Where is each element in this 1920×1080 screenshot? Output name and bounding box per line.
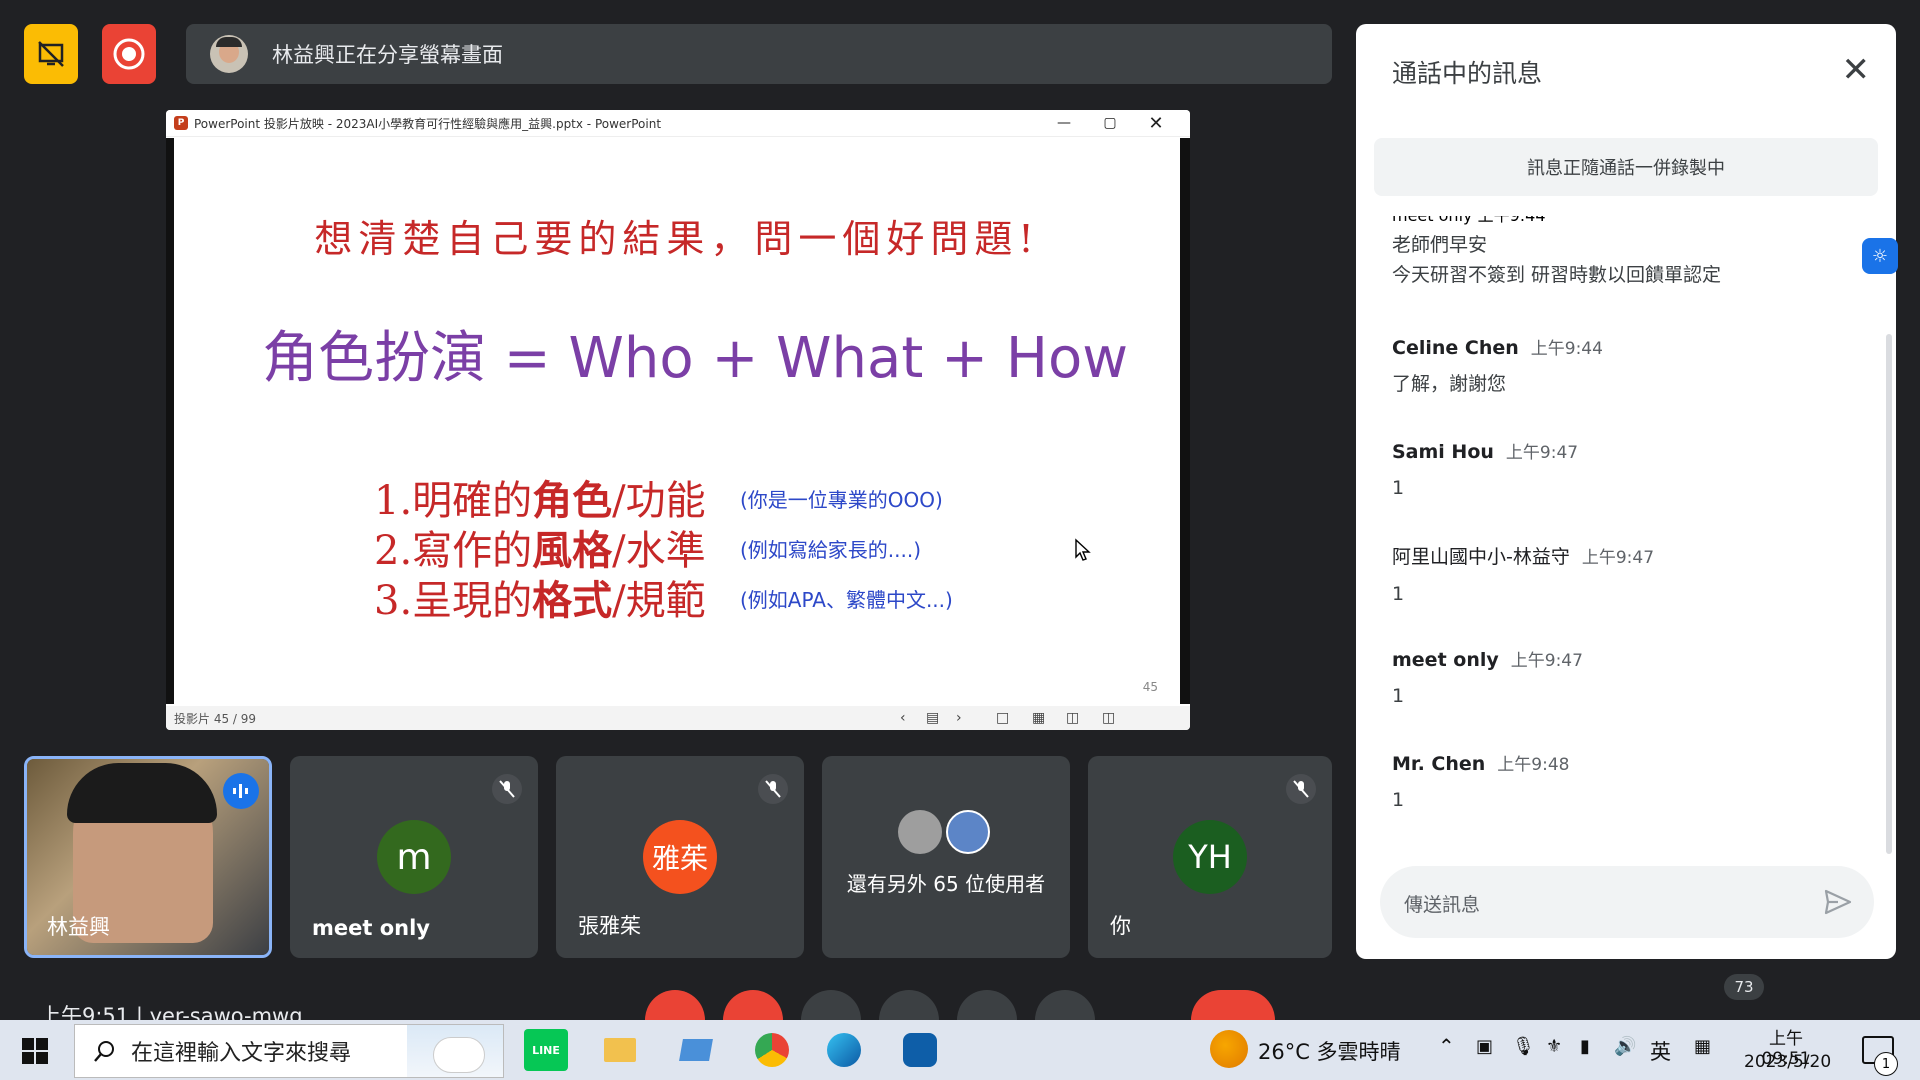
taskbar-date[interactable]: 2023/5/20 (1744, 1052, 1831, 1072)
search-highlight-image (407, 1025, 503, 1077)
battery-icon[interactable]: ▮ (1580, 1036, 1590, 1057)
slide-heading: 想清楚自己要的結果，問一個好問題! (314, 217, 1040, 261)
participant-name: 張雅茱 (578, 914, 641, 938)
maximize-icon[interactable]: ▢ (1088, 110, 1132, 136)
participant-tile-zhang[interactable]: 雅茱 張雅茱 (556, 756, 804, 958)
participant-name: 你 (1110, 914, 1131, 938)
slide-note-3: (例如APA、繁體中文...) (740, 588, 953, 612)
participant-avatar: m (377, 820, 451, 894)
chat-input[interactable]: 傳送訊息 (1380, 866, 1874, 938)
chat-title: 通話中的訊息 (1392, 59, 1543, 88)
chat-message: meet only 上午9:47 1 (1392, 649, 1583, 707)
chat-message: Celine Chen 上午9:44 了解，謝謝您 (1392, 337, 1603, 395)
slide-point-3: 3.呈現的格式/規範 (374, 578, 706, 624)
shared-powerpoint-window: P PowerPoint 投影片放映 - 2023AI小學教育可行性經驗與應用_… (166, 110, 1190, 730)
slide-menu-icon[interactable]: ▤ (926, 710, 939, 726)
slide-counter: 投影片 45 / 99 (174, 711, 257, 726)
windows-start-icon[interactable] (22, 1038, 48, 1064)
send-icon[interactable] (1822, 886, 1854, 918)
participant-tile-speaker[interactable]: 林益興 (24, 756, 272, 958)
powerpoint-icon: P (174, 116, 188, 130)
tray-chevron-icon[interactable]: ⌃ (1438, 1034, 1455, 1058)
teamviewer-icon[interactable] (898, 1029, 942, 1071)
recording-notice: 訊息正隨通話一併錄製中 (1374, 138, 1878, 196)
slideshow-view-icon[interactable]: ◫ (1102, 710, 1115, 726)
search-icon (94, 1041, 114, 1062)
normal-view-icon[interactable]: □ (996, 710, 1009, 726)
chat-message: Sami Hou 上午9:47 1 (1392, 441, 1579, 499)
record-icon (113, 38, 145, 70)
presentation-off-button[interactable] (24, 24, 78, 84)
weather-icon (1210, 1030, 1248, 1068)
ime-mode-icon[interactable]: ▦ (1694, 1036, 1711, 1057)
sharing-text: 林益興正在分享螢幕畫面 (272, 43, 503, 67)
participant-name: 林益興 (47, 915, 110, 939)
participants-count-badge: 73 (1724, 974, 1764, 1000)
ime-indicator[interactable]: 英 (1650, 1036, 1671, 1066)
translate-bubble-icon[interactable]: ☼ (1862, 238, 1898, 274)
volume-icon[interactable]: 🔊 (1614, 1036, 1636, 1057)
chat-scrollbar[interactable] (1886, 334, 1892, 854)
participant-avatar: 雅茱 (643, 820, 717, 894)
slide-note-1: (你是一位專業的OOO) (740, 488, 943, 512)
taskbar-search[interactable]: 在這裡輸入文字來搜尋 (74, 1024, 504, 1078)
ppt-titlebar: P PowerPoint 投影片放映 - 2023AI小學教育可行性經驗與應用_… (166, 110, 1190, 137)
recording-button[interactable] (102, 24, 156, 84)
participant-tile-you[interactable]: YH 你 (1088, 756, 1332, 958)
tray-meet-icon[interactable]: ▣ (1476, 1036, 1493, 1057)
slide-formula: 角色扮演 = Who + What + How (262, 326, 1129, 391)
speaker-hair (67, 763, 217, 823)
muted-mic-icon (492, 774, 522, 804)
chat-message: 老師們早安 今天研習不簽到 研習時數以回饋單認定 (1392, 234, 1722, 286)
participant-avatar: YH (1173, 820, 1247, 894)
search-placeholder: 在這裡輸入文字來搜尋 (131, 1041, 352, 1066)
koala-avatar (898, 810, 942, 854)
line-app-icon[interactable]: LINE (524, 1029, 568, 1071)
slide-note-2: (例如寫給家長的....) (740, 538, 922, 562)
mouse-cursor-icon (1075, 538, 1091, 561)
chat-message: Mr. Chen 上午9:48 1 (1392, 753, 1570, 811)
partial-message-header: meet only 上午9:44 (1392, 206, 1546, 225)
microphone-icon[interactable]: 🎙 (1512, 1036, 1535, 1057)
weather-text[interactable]: 26°C 多雲時晴 (1258, 1036, 1401, 1066)
muted-mic-icon (758, 774, 788, 804)
slide-canvas: 想清楚自己要的結果，問一個好問題! 角色扮演 = Who + What + Ho… (174, 138, 1180, 704)
windows-taskbar: 在這裡輸入文字來搜尋 LINE 26°C 多雲時晴 ⌃ ▣ 🎙 ⚜ ▮ 🔊 英 … (0, 1020, 1920, 1080)
muted-mic-icon (1286, 774, 1316, 804)
next-slide-icon[interactable]: › (956, 710, 962, 726)
reading-view-icon[interactable]: ◫ (1066, 710, 1079, 726)
chrome-icon[interactable] (750, 1029, 794, 1071)
minimize-icon[interactable]: — (1042, 110, 1086, 136)
screen-share-banner: 林益興正在分享螢幕畫面 (186, 24, 1332, 84)
wifi-icon[interactable]: ⚜ (1546, 1036, 1562, 1057)
chat-message: 阿里山國中小-林益守 上午9:47 1 (1392, 546, 1655, 605)
present-off-icon (38, 41, 64, 67)
speaking-indicator-icon (223, 773, 259, 809)
prev-slide-icon[interactable]: ‹ (900, 710, 906, 726)
desktop-app-icon[interactable] (674, 1029, 718, 1071)
slide-border-right (1180, 138, 1190, 704)
ppt-window-title: PowerPoint 投影片放映 - 2023AI小學教育可行性經驗與應用_益興… (194, 116, 662, 131)
participant-tile-others[interactable]: 還有另外 65 位使用者 (822, 756, 1070, 958)
file-explorer-icon[interactable] (598, 1029, 642, 1071)
edge-icon[interactable] (822, 1029, 866, 1071)
notification-count: 1 (1874, 1052, 1898, 1076)
close-window-icon[interactable]: ✕ (1134, 110, 1178, 136)
ppt-status-bar: 投影片 45 / 99 ‹ ▤ › □ ▦ ◫ ◫ (166, 706, 1190, 730)
close-icon[interactable]: ✕ (1842, 50, 1871, 90)
presenter-avatar (210, 35, 248, 73)
sorter-view-icon[interactable]: ▦ (1032, 710, 1045, 726)
other-participants-label: 還有另外 65 位使用者 (846, 872, 1046, 896)
slide-border-left (166, 138, 174, 704)
slide-page-number: 45 (1142, 680, 1158, 694)
participant-tile-meet-only[interactable]: m meet only (290, 756, 538, 958)
chat-input-placeholder: 傳送訊息 (1404, 894, 1481, 916)
participant-name: meet only (312, 916, 430, 940)
moon-avatar (946, 810, 990, 854)
chat-panel: 通話中的訊息 ✕ 訊息正隨通話一併錄製中 meet only 上午9:44 老師… (1356, 24, 1896, 959)
